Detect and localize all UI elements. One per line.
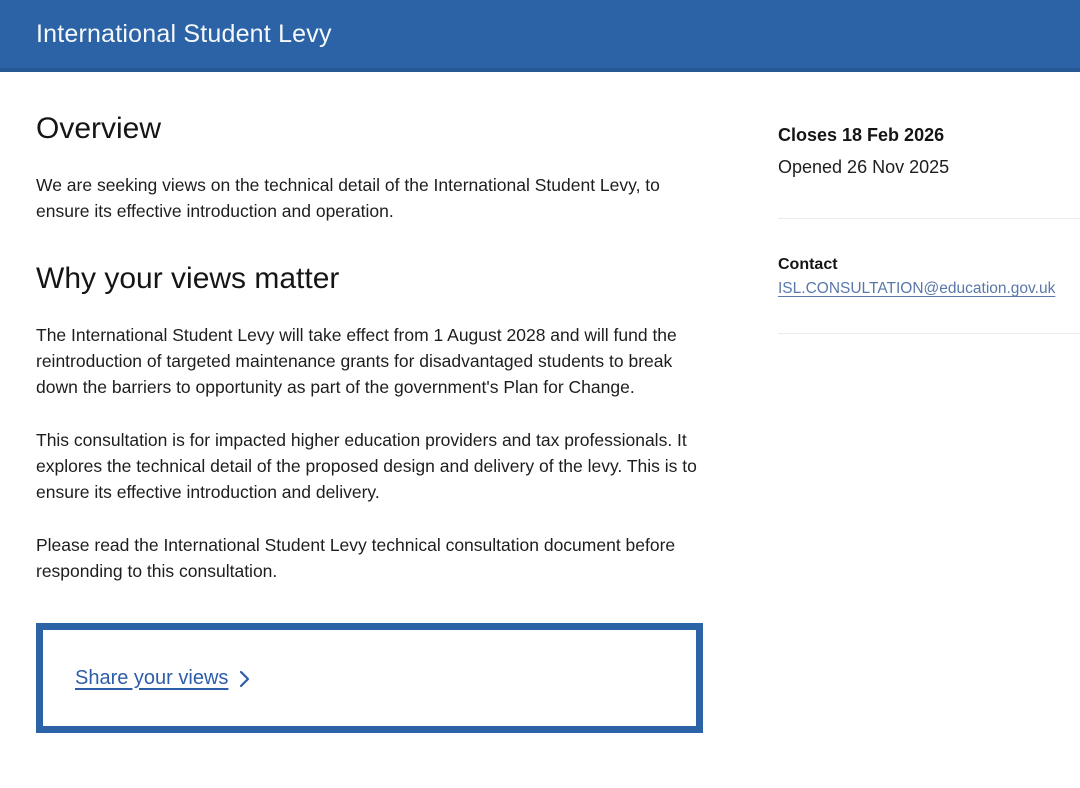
share-your-views-label: Share your views bbox=[75, 667, 228, 690]
why-paragraph-2: This consultation is for impacted higher… bbox=[36, 427, 703, 505]
opened-date: Opened 26 Nov 2025 bbox=[778, 156, 1080, 178]
share-your-views-link[interactable]: Share your views bbox=[75, 667, 250, 690]
why-paragraph-3: Please read the International Student Le… bbox=[36, 532, 703, 584]
sidebar-divider-bottom bbox=[778, 333, 1080, 334]
consultation-page: International Student Levy Overview We a… bbox=[0, 0, 1080, 788]
overview-heading: Overview bbox=[36, 112, 703, 145]
share-your-views-box[interactable]: Share your views bbox=[36, 623, 703, 733]
main-column: Overview We are seeking views on the tec… bbox=[36, 72, 703, 733]
why-your-views-matter-heading: Why your views matter bbox=[36, 262, 703, 295]
overview-paragraph: We are seeking views on the technical de… bbox=[36, 172, 703, 224]
page-title: International Student Levy bbox=[36, 20, 332, 49]
chevron-right-icon bbox=[239, 670, 250, 688]
content-area: Overview We are seeking views on the tec… bbox=[0, 72, 1080, 733]
contact-heading: Contact bbox=[778, 255, 1080, 274]
contact-email-link[interactable]: ISL.CONSULTATION@education.gov.uk bbox=[778, 279, 1055, 298]
sidebar: Closes 18 Feb 2026 Opened 26 Nov 2025 Co… bbox=[778, 72, 1080, 334]
why-paragraph-1: The International Student Levy will take… bbox=[36, 322, 703, 400]
closes-date: Closes 18 Feb 2026 bbox=[778, 124, 1080, 146]
sidebar-divider-top bbox=[778, 218, 1080, 219]
page-header: International Student Levy bbox=[0, 0, 1080, 72]
